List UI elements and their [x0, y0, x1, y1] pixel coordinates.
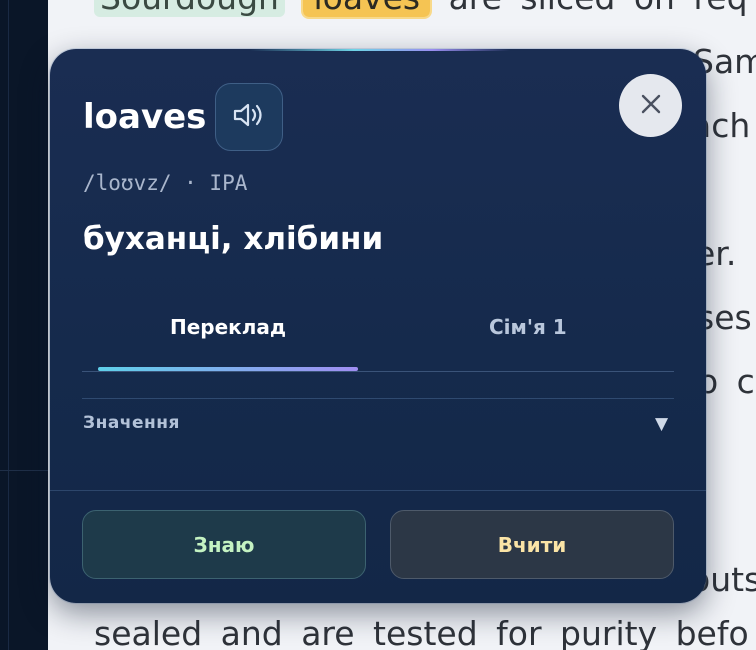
speaker-icon: [231, 100, 267, 134]
tabs-divider: [82, 371, 674, 372]
text-fragment: are sliced on req: [449, 0, 748, 17]
highlighted-word-sourdough[interactable]: Sourdough: [94, 0, 285, 17]
text-line: Sourdough loaves are sliced on req: [94, 0, 748, 17]
app-sidebar-rail: [0, 0, 49, 650]
translation-text: буханці, хлібини: [83, 221, 384, 257]
caret-down-icon[interactable]: ▼: [655, 414, 668, 434]
rail-separator: [0, 470, 48, 471]
meaning-section-toggle[interactable]: Значення: [83, 413, 180, 433]
text-line: sealed and are tested for purity befo: [94, 614, 749, 650]
tab-word-family[interactable]: Сім'я 1: [489, 315, 567, 339]
close-button[interactable]: [619, 74, 682, 137]
highlighted-word-loaves[interactable]: loaves: [303, 0, 431, 17]
text-line: o c: [698, 362, 755, 401]
word-popover: loaves /loʊvz/ · IPA буханці, хлібини Пе…: [50, 49, 706, 603]
tab-translation[interactable]: Переклад: [170, 315, 286, 339]
footer-divider: [50, 490, 706, 491]
rail-divider-line: [8, 0, 9, 650]
pronounce-button[interactable]: [215, 83, 283, 151]
section-divider: [82, 398, 674, 399]
popover-word: loaves: [83, 97, 207, 137]
know-button[interactable]: Знаю: [82, 510, 366, 579]
active-tab-indicator: [98, 367, 358, 371]
pronunciation-text: /loʊvz/ · IPA: [83, 171, 248, 195]
close-icon: [640, 93, 662, 119]
learn-button[interactable]: Вчити: [390, 510, 674, 579]
